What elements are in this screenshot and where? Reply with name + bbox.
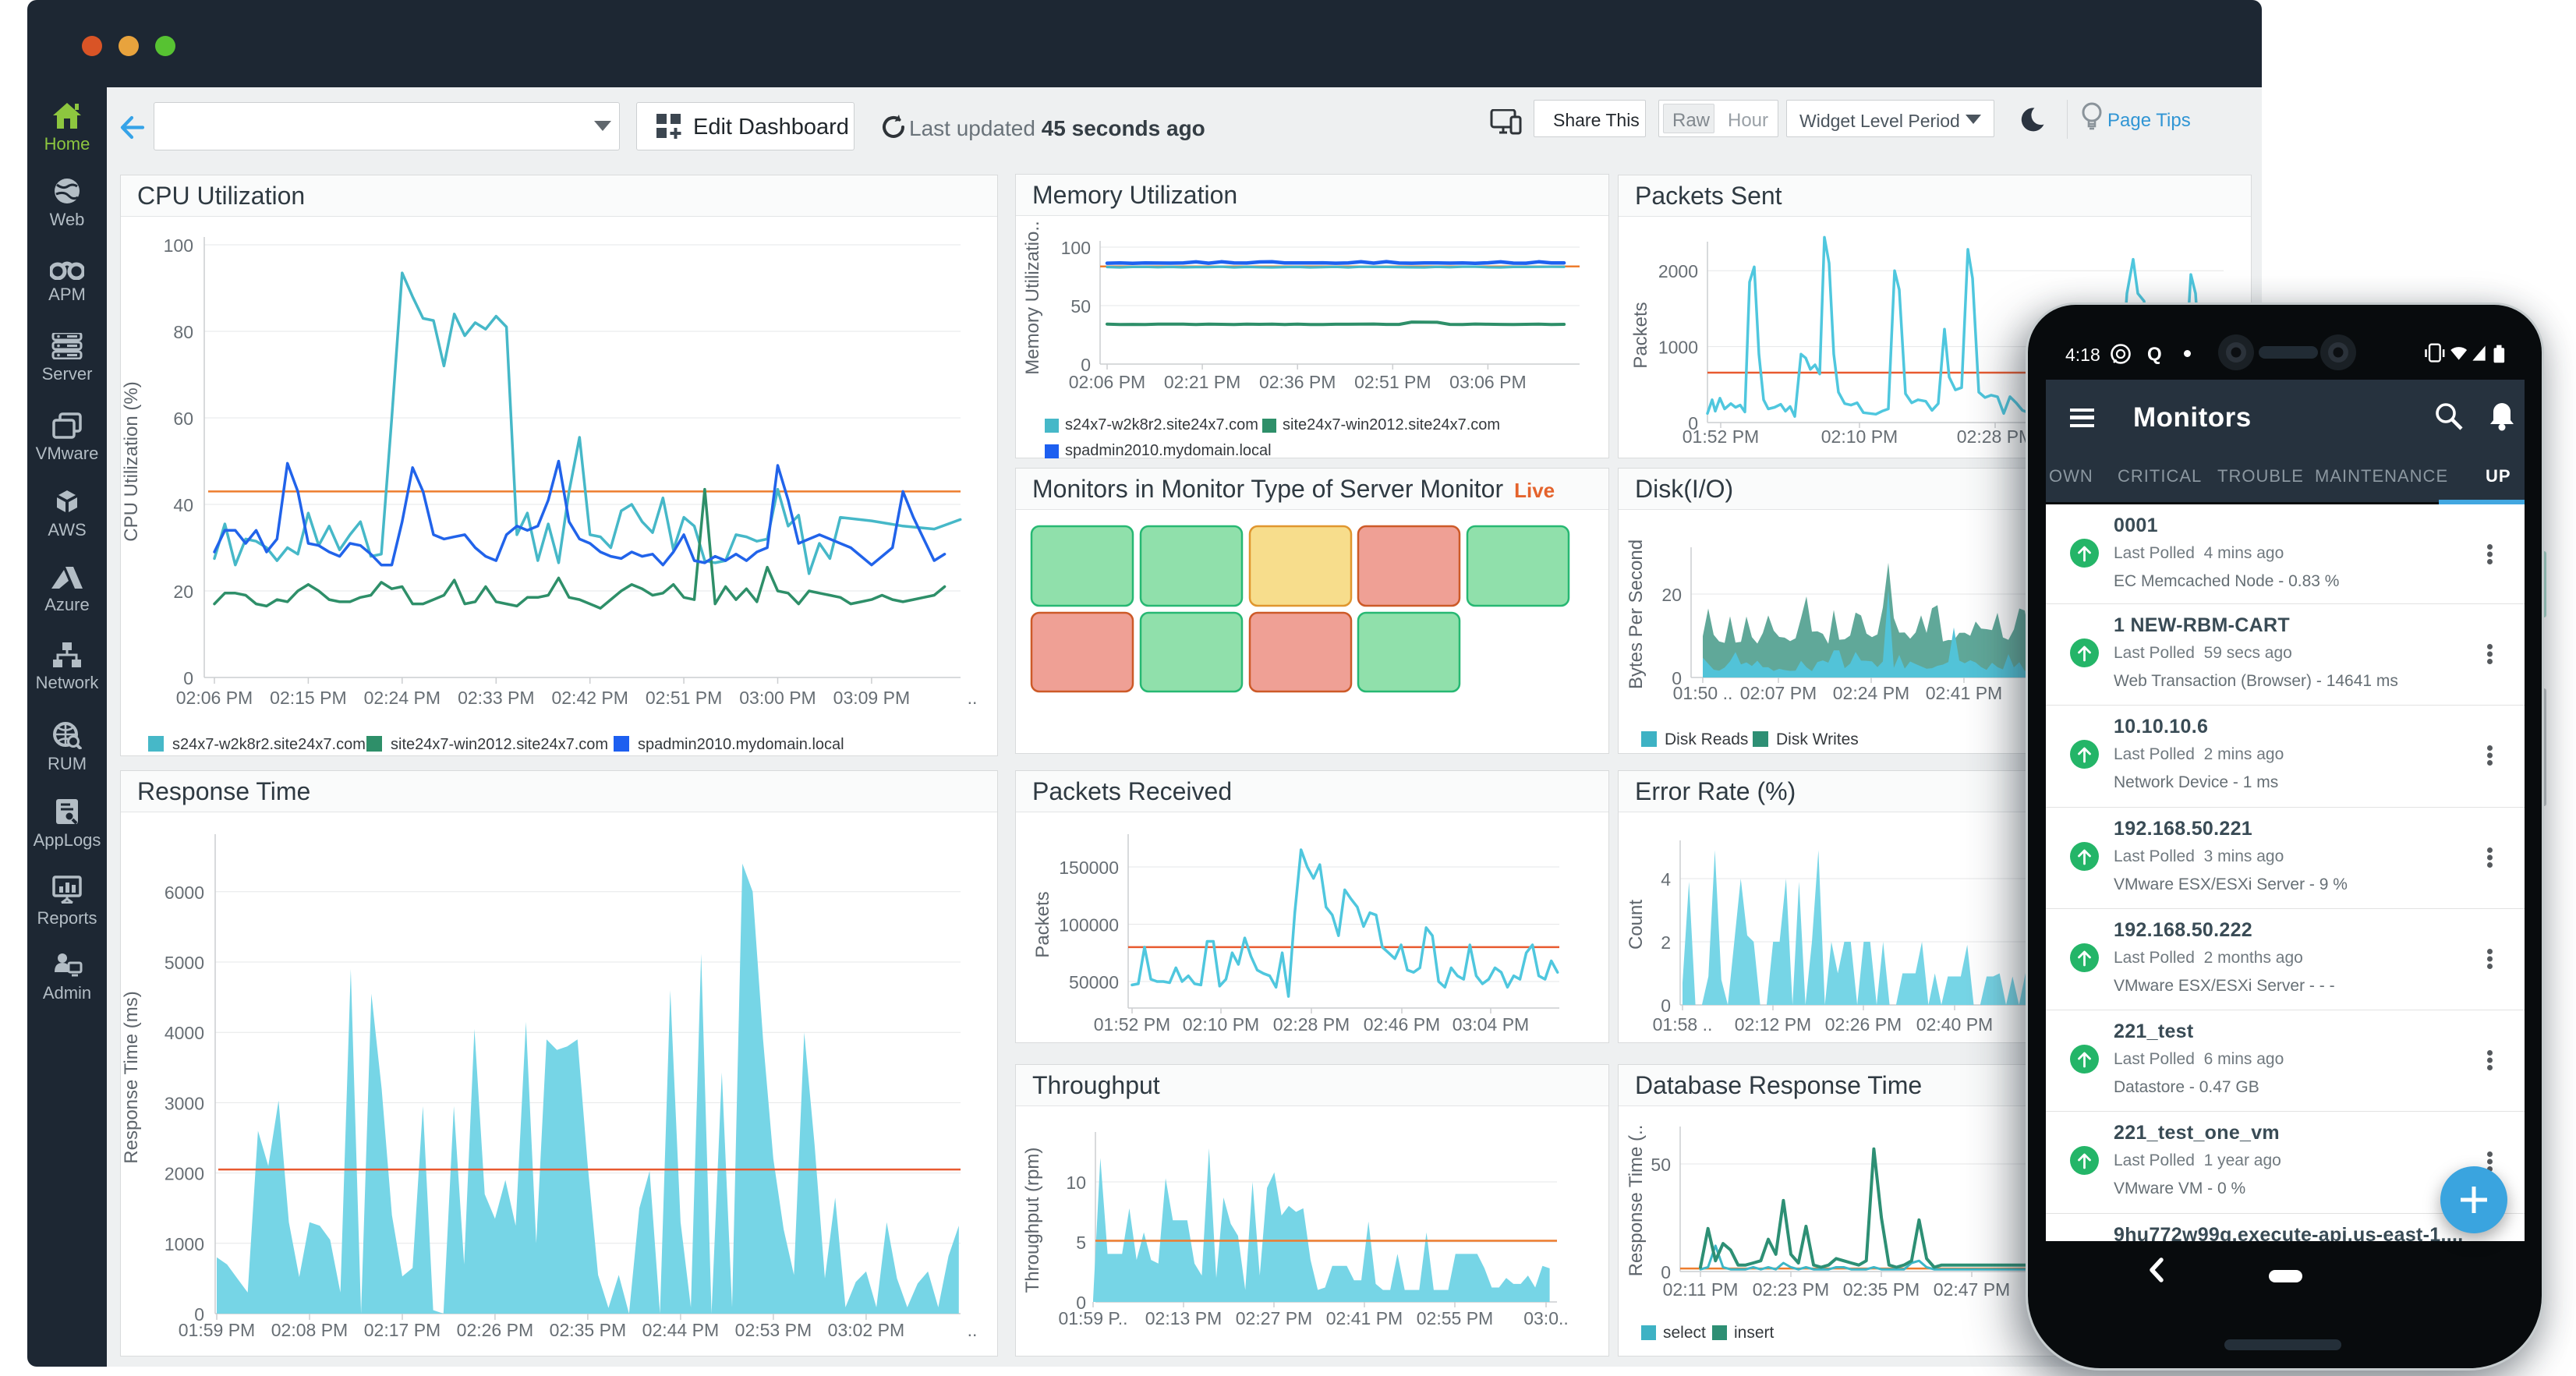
svg-text:4: 4 xyxy=(1661,869,1671,890)
svg-text:Packets: Packets xyxy=(1032,891,1053,957)
svg-text:50: 50 xyxy=(1070,296,1091,317)
svg-text:Bytes Per Second: Bytes Per Second xyxy=(1626,539,1647,689)
svg-text:02:42 PM: 02:42 PM xyxy=(551,688,628,708)
svg-text:01:50 ..: 01:50 .. xyxy=(1673,683,1733,703)
svg-text:20: 20 xyxy=(173,582,193,602)
svg-text:Response Time (ms): Response Time (ms) xyxy=(121,991,142,1163)
svg-text:01:52 PM: 01:52 PM xyxy=(1683,426,1759,447)
svg-text:02:07 PM: 02:07 PM xyxy=(1740,683,1817,703)
svg-text:02:35 PM: 02:35 PM xyxy=(550,1320,626,1340)
svg-text:02:47 PM: 02:47 PM xyxy=(1934,1279,2010,1300)
svg-text:0: 0 xyxy=(1661,996,1671,1016)
svg-text:03:06 PM: 03:06 PM xyxy=(1449,372,1526,392)
svg-text:10: 10 xyxy=(1066,1173,1086,1193)
svg-text:02:28 PM: 02:28 PM xyxy=(1273,1014,1350,1035)
svg-text:spadmin2010.mydomain.local: spadmin2010.mydomain.local xyxy=(1065,442,1272,458)
svg-text:60: 60 xyxy=(173,409,193,429)
svg-text:02:13 PM: 02:13 PM xyxy=(1145,1308,1222,1328)
svg-text:02:12 PM: 02:12 PM xyxy=(1735,1014,1811,1035)
svg-text:03:00 PM: 03:00 PM xyxy=(739,688,816,708)
svg-text:02:35 PM: 02:35 PM xyxy=(1843,1279,1920,1300)
svg-text:150000: 150000 xyxy=(1059,858,1119,878)
svg-text:02:17 PM: 02:17 PM xyxy=(364,1320,441,1340)
svg-text:02:40 PM: 02:40 PM xyxy=(1916,1014,1993,1035)
svg-text:Count: Count xyxy=(1626,900,1647,950)
svg-text:20: 20 xyxy=(1661,585,1682,605)
svg-text:02:24 PM: 02:24 PM xyxy=(1833,683,1909,703)
svg-text:02:23 PM: 02:23 PM xyxy=(1753,1279,1829,1300)
svg-text:Throughput (rpm): Throughput (rpm) xyxy=(1022,1148,1043,1293)
svg-text:01:52 PM: 01:52 PM xyxy=(1094,1014,1170,1035)
svg-text:02:28 PM: 02:28 PM xyxy=(1957,426,2033,447)
svg-text:site24x7-win2012.site24x7.com: site24x7-win2012.site24x7.com xyxy=(1283,416,1500,433)
svg-text:4000: 4000 xyxy=(165,1023,204,1043)
svg-text:50000: 50000 xyxy=(1069,972,1119,992)
svg-text:02:21 PM: 02:21 PM xyxy=(1164,372,1240,392)
svg-text:02:44 PM: 02:44 PM xyxy=(642,1320,719,1340)
svg-text:02:06 PM: 02:06 PM xyxy=(176,688,253,708)
svg-text:..: .. xyxy=(968,688,978,708)
svg-text:..: .. xyxy=(968,1320,978,1340)
svg-text:02:26 PM: 02:26 PM xyxy=(457,1320,533,1340)
svg-text:0: 0 xyxy=(183,668,193,688)
svg-text:02:10 PM: 02:10 PM xyxy=(1183,1014,1259,1035)
svg-text:02:33 PM: 02:33 PM xyxy=(458,688,534,708)
svg-text:02:26 PM: 02:26 PM xyxy=(1825,1014,1902,1035)
svg-text:03:09 PM: 03:09 PM xyxy=(833,688,910,708)
svg-text:02:41 PM: 02:41 PM xyxy=(1326,1308,1403,1328)
svg-text:01:58 ..: 01:58 .. xyxy=(1653,1014,1713,1035)
svg-text:02:55 PM: 02:55 PM xyxy=(1417,1308,1493,1328)
svg-text:03:02 PM: 03:02 PM xyxy=(828,1320,904,1340)
svg-text:02:24 PM: 02:24 PM xyxy=(364,688,441,708)
svg-text:CPU Utilization (%): CPU Utilization (%) xyxy=(121,381,142,541)
svg-text:Response Time (..: Response Time (.. xyxy=(1626,1125,1647,1277)
svg-text:01:59 PM: 01:59 PM xyxy=(179,1320,255,1340)
svg-text:Disk Writes: Disk Writes xyxy=(1776,730,1859,748)
svg-text:1000: 1000 xyxy=(165,1234,204,1254)
svg-text:select: select xyxy=(1663,1324,1706,1342)
svg-text:s24x7-w2k8r2.site24x7.com: s24x7-w2k8r2.site24x7.com xyxy=(1065,416,1258,433)
svg-text:02:46 PM: 02:46 PM xyxy=(1364,1014,1440,1035)
svg-text:Memory Utilizatio..: Memory Utilizatio.. xyxy=(1022,221,1043,374)
svg-text:02:10 PM: 02:10 PM xyxy=(1821,426,1898,447)
svg-text:100: 100 xyxy=(1061,238,1091,258)
svg-text:100000: 100000 xyxy=(1059,915,1119,936)
svg-text:02:08 PM: 02:08 PM xyxy=(271,1320,348,1340)
svg-text:insert: insert xyxy=(1734,1324,1775,1342)
svg-text:03:04 PM: 03:04 PM xyxy=(1453,1014,1529,1035)
svg-text:1000: 1000 xyxy=(1658,338,1698,358)
svg-text:02:53 PM: 02:53 PM xyxy=(735,1320,812,1340)
svg-text:6000: 6000 xyxy=(165,883,204,903)
svg-text:40: 40 xyxy=(173,495,193,515)
svg-text:spadmin2010.mydomain.local: spadmin2010.mydomain.local xyxy=(638,736,844,753)
svg-text:02:41 PM: 02:41 PM xyxy=(1926,683,2002,703)
svg-text:03:0..: 03:0.. xyxy=(1523,1308,1569,1328)
svg-text:01:59 P..: 01:59 P.. xyxy=(1058,1308,1127,1328)
svg-text:site24x7-win2012.site24x7.com: site24x7-win2012.site24x7.com xyxy=(391,736,608,753)
svg-text:02:36 PM: 02:36 PM xyxy=(1259,372,1336,392)
svg-text:80: 80 xyxy=(173,322,193,342)
svg-text:3000: 3000 xyxy=(165,1093,204,1113)
svg-text:50: 50 xyxy=(1651,1155,1671,1175)
svg-text:02:11 PM: 02:11 PM xyxy=(1663,1279,1739,1300)
svg-text:s24x7-w2k8r2.site24x7.com: s24x7-w2k8r2.site24x7.com xyxy=(172,736,366,753)
svg-text:2: 2 xyxy=(1661,932,1671,953)
svg-text:Disk Reads: Disk Reads xyxy=(1665,730,1748,748)
svg-text:100: 100 xyxy=(164,235,193,256)
svg-text:02:15 PM: 02:15 PM xyxy=(270,688,346,708)
svg-text:02:27 PM: 02:27 PM xyxy=(1236,1308,1312,1328)
svg-text:5: 5 xyxy=(1076,1233,1086,1253)
svg-text:5000: 5000 xyxy=(165,953,204,973)
svg-text:02:06 PM: 02:06 PM xyxy=(1069,372,1145,392)
svg-text:2000: 2000 xyxy=(1658,261,1698,281)
svg-text:2000: 2000 xyxy=(165,1164,204,1184)
svg-text:Packets: Packets xyxy=(1630,302,1651,368)
svg-text:02:51 PM: 02:51 PM xyxy=(1354,372,1431,392)
svg-text:02:51 PM: 02:51 PM xyxy=(646,688,722,708)
